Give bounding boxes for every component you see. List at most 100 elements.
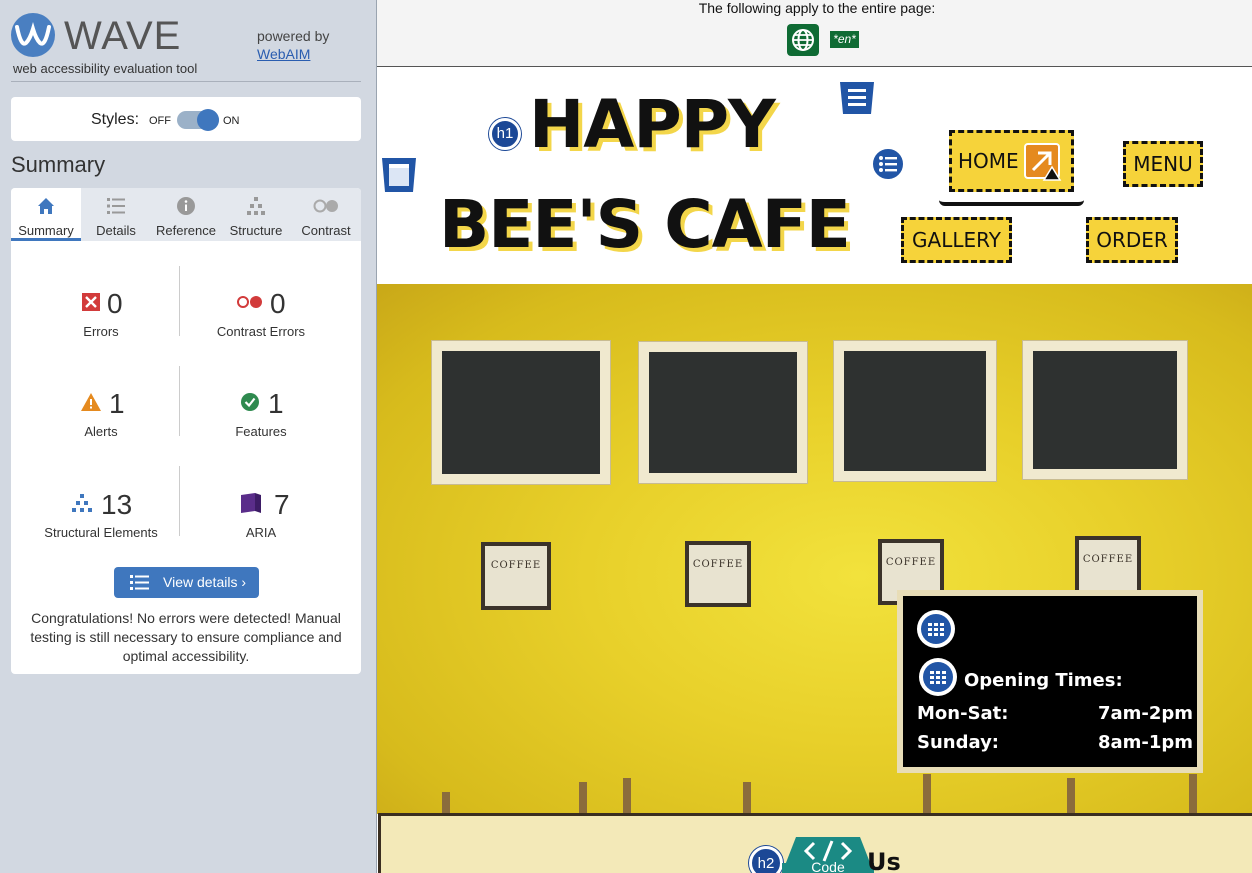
code-label: Code	[811, 859, 845, 873]
times-hours: 8am-1pm	[1098, 732, 1194, 753]
opening-times-title: Opening Times:	[964, 670, 1123, 691]
table-icon[interactable]	[917, 610, 955, 648]
redundant-link-alert-icon	[1024, 143, 1062, 181]
structural-count: 13	[101, 489, 133, 520]
contrast-error-icon	[237, 296, 262, 308]
nav-menu-label: MENU	[1133, 152, 1193, 176]
coffee-sign-text: COFFEE	[885, 557, 937, 568]
coffee-sign-text: COFFEE	[692, 559, 744, 570]
section-heading-tail: Us	[867, 848, 901, 873]
tab-details[interactable]: Details	[81, 188, 151, 241]
page-level-notices: The following apply to the entire page: …	[377, 0, 1252, 67]
nav-gallery-label: GALLERY	[912, 228, 1001, 252]
aria-label: ARIA	[245, 525, 277, 540]
aria-icon	[241, 493, 261, 513]
coffee-sign: COFFEE	[1075, 536, 1141, 596]
styles-toggle-panel: Styles: OFF ON	[11, 97, 361, 141]
errors-label: Errors	[83, 324, 119, 339]
chair-leg	[1067, 778, 1075, 814]
h2-badge-icon[interactable]: h2	[749, 846, 783, 873]
page-notice-text: The following apply to the entire page:	[698, 0, 936, 16]
styles-label: Styles:	[91, 111, 140, 128]
styles-off-label: OFF	[149, 115, 171, 127]
tab-label: Structure	[229, 223, 283, 238]
nav-gallery-button[interactable]: GALLERY	[901, 217, 1012, 263]
view-details-label: View details ›	[163, 574, 247, 590]
coffee-sign: COFFEE	[685, 541, 751, 607]
coffee-sign: COFFEE	[481, 542, 551, 610]
chalkboard	[442, 351, 600, 474]
tab-label: Contrast	[301, 223, 351, 238]
chair-leg	[442, 792, 450, 814]
tab-contrast[interactable]: Contrast	[291, 188, 361, 241]
nav-order-label: ORDER	[1096, 228, 1168, 252]
chair-leg	[579, 782, 587, 814]
times-day: Mon-Sat:	[917, 703, 1009, 724]
header-landmark-icon[interactable]	[381, 156, 417, 194]
coffee-sign-text: COFFEE	[490, 560, 542, 571]
chalkboard-frame	[431, 340, 611, 485]
opening-times-box: Opening Times: Mon-Sat: 7am-2pm Sunday: …	[897, 590, 1203, 773]
alert-icon	[81, 393, 101, 411]
tab-reference[interactable]: Reference	[151, 188, 221, 241]
chalkboard	[844, 351, 986, 471]
site-title-line2: BEE'S CAFE	[439, 186, 851, 263]
styles-toggle-switch[interactable]	[177, 109, 219, 131]
h1-badge-icon[interactable]: h1	[489, 118, 521, 150]
info-icon	[177, 197, 195, 215]
chair-leg	[923, 774, 931, 814]
summary-panel: Summary Details Reference Structure Cont…	[11, 188, 361, 674]
language-badge[interactable]: *en*	[830, 31, 859, 48]
wave-logo-icon	[11, 13, 55, 57]
wave-subtitle: web accessibility evaluation tool	[13, 61, 198, 76]
wave-sidebar: WAVE web accessibility evaluation tool p…	[0, 0, 376, 873]
features-count: 1	[268, 388, 284, 419]
alerts-count: 1	[109, 388, 125, 419]
error-icon	[82, 293, 100, 311]
feature-check-icon	[241, 393, 259, 411]
site-header: HAPPY BEE'S CAFE h1 HOME MENU GALLERY OR…	[377, 68, 1252, 283]
wave-title: WAVE	[64, 14, 182, 58]
structural-label: Structural Elements	[44, 525, 158, 540]
tab-label: Details	[96, 223, 136, 238]
times-day: Sunday:	[917, 732, 1000, 753]
errors-count: 0	[107, 288, 123, 319]
contrast-errors-label: Contrast Errors	[216, 324, 306, 339]
toggle-knob	[197, 109, 219, 131]
table-caption-icon[interactable]	[919, 658, 957, 696]
aria-count: 7	[274, 489, 290, 520]
times-hours: 7am-2pm	[1098, 703, 1194, 724]
tab-bar: Summary Details Reference Structure Cont…	[11, 188, 361, 241]
webaim-link[interactable]: WebAIM	[257, 46, 310, 62]
tab-structure[interactable]: Structure	[221, 188, 291, 241]
nav-order-button[interactable]: ORDER	[1086, 217, 1178, 263]
chalkboard-frame	[833, 340, 997, 482]
alerts-label: Alerts	[84, 424, 118, 439]
nav-home-underline	[939, 200, 1084, 206]
navigation-landmark-icon[interactable]	[839, 80, 875, 116]
tab-label: Summary	[18, 223, 74, 238]
view-details-button[interactable]: View details ›	[114, 567, 259, 598]
chalkboard-frame	[1022, 340, 1188, 480]
nav-menu-button[interactable]: MENU	[1123, 141, 1203, 187]
tab-summary[interactable]: Summary	[11, 188, 81, 241]
summary-heading: Summary	[11, 152, 106, 177]
contrast-errors-count: 0	[270, 288, 286, 319]
chalkboard	[649, 352, 797, 473]
powered-by-text: powered by	[257, 28, 330, 44]
list-icon	[107, 198, 125, 214]
header-divider	[11, 81, 361, 82]
structure-icon	[72, 494, 92, 512]
nav-home-button[interactable]: HOME	[949, 130, 1074, 192]
unordered-list-icon[interactable]	[871, 147, 905, 181]
site-title-line1: HAPPY	[529, 86, 776, 163]
language-globe-icon[interactable]	[787, 24, 819, 56]
chair-leg	[623, 778, 631, 814]
tab-label: Reference	[156, 223, 216, 238]
hierarchy-icon	[247, 197, 265, 215]
contrast-icon	[313, 199, 338, 213]
nav-home-label: HOME	[958, 149, 1019, 173]
features-label: Features	[235, 424, 287, 439]
congratulations-message: Congratulations! No errors were detected…	[30, 610, 342, 664]
home-icon	[38, 198, 54, 214]
